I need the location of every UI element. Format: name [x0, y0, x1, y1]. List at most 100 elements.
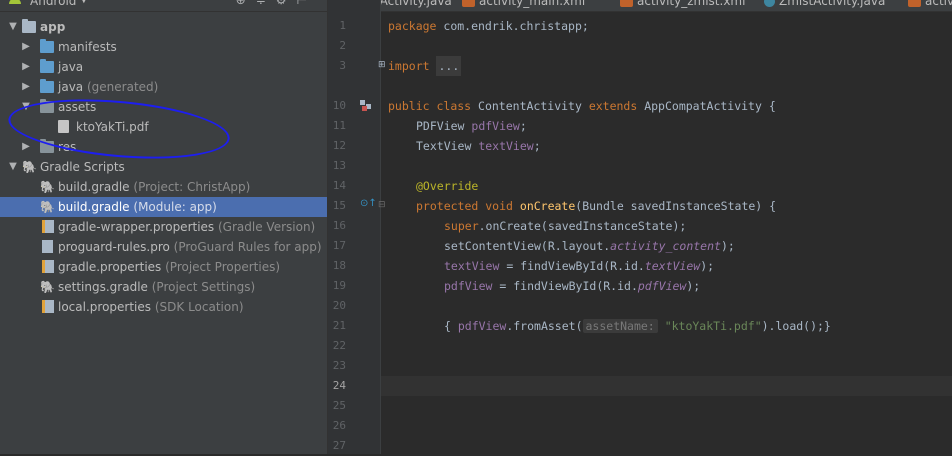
type-name: TextView	[416, 139, 479, 153]
pdf-file-icon	[58, 120, 69, 133]
folder-icon	[40, 59, 54, 73]
code-line: super.onCreate(savedInstanceState);	[444, 216, 686, 236]
static-field: pdfView	[637, 279, 687, 293]
line-number-gutter[interactable]: 1 2 3 10 11 12 13 14 15 16 17 18 19 20 2…	[328, 0, 386, 454]
project-toolbar-icons[interactable]: ⊕≑⚙⊢	[236, 0, 317, 7]
gear-icon[interactable]: ⚙	[276, 0, 297, 7]
code-line: @Override	[416, 176, 478, 196]
code-line: setContentView(R.layout.activity_content…	[444, 236, 735, 256]
static-field: activity_content	[610, 239, 721, 253]
code-text: ;	[533, 139, 541, 153]
tree-item-label: build.gradle	[58, 200, 130, 214]
editor-tab-bar: MainActivity.java activity_main.xml acti…	[328, 0, 952, 12]
project-tool-window: Android ▼ ⊕≑⚙⊢ ▼ app ▶ manifests ▶ java …	[0, 0, 327, 454]
hide-icon[interactable]: ⊢	[297, 0, 317, 7]
line-number: 1	[339, 19, 346, 32]
android-icon	[9, 0, 21, 4]
code-text: {	[444, 319, 458, 333]
line-number: 2	[339, 39, 346, 52]
tree-item-label: ktoYakTi.pdf	[76, 120, 149, 134]
tree-item-java[interactable]: ▶ java	[0, 57, 327, 77]
code-text: );	[720, 239, 735, 253]
line-number: 3	[339, 59, 346, 72]
tab-activ[interactable]: activ	[908, 0, 952, 11]
tree-item-hint: (SDK Location)	[154, 300, 244, 314]
tree-item-label: gradle-wrapper.properties	[58, 220, 215, 234]
tree-item-build-gradle-project[interactable]: 🐘 build.gradle (Project: ChristApp)	[0, 177, 327, 197]
current-line-number: 24	[332, 379, 346, 392]
field-name: pdfView	[457, 319, 507, 333]
keyword: extends	[588, 99, 638, 113]
tree-item-label: java	[58, 60, 84, 74]
code-text: .fromAsset(	[506, 319, 583, 333]
tree-item-gradle-properties[interactable]: gradle.properties (Project Properties)	[0, 257, 327, 277]
code-line: protected void onCreate(Bundle savedInst…	[416, 196, 776, 216]
line-number: 20	[332, 299, 346, 312]
project-view-selector[interactable]: Android	[30, 0, 76, 8]
tab-activity-zmist-xml[interactable]: activity_zmist.xml	[620, 0, 745, 11]
line-number: 26	[332, 419, 346, 432]
collapse-icon[interactable]: ≑	[256, 0, 276, 7]
code-text: com.endrik.christapp;	[436, 19, 589, 33]
line-number: 27	[332, 439, 346, 452]
locate-icon[interactable]: ⊕	[236, 0, 256, 7]
collapsed-arrow-icon[interactable]: ▶	[20, 57, 32, 77]
tab-activity-main-xml[interactable]: activity_main.xml	[462, 0, 585, 11]
properties-file-icon	[42, 300, 54, 313]
gradle-icon: 🐘	[40, 280, 55, 294]
class-run-gutter-icon[interactable]	[360, 100, 372, 112]
tree-item-build-gradle-module[interactable]: 🐘 build.gradle (Module: app)	[0, 197, 327, 217]
tree-item-gradle-scripts[interactable]: ▼ 🐘 Gradle Scripts	[0, 157, 327, 177]
tree-item-manifests[interactable]: ▶ manifests	[0, 37, 327, 57]
code-line: TextView textView;	[416, 136, 541, 156]
keyword: class	[436, 99, 472, 113]
resources-folder-icon	[40, 99, 54, 113]
project-tree: ▼ app ▶ manifests ▶ java ▶ java (generat…	[0, 17, 327, 317]
line-number: 16	[332, 219, 346, 232]
line-number: 23	[332, 359, 346, 372]
line-number: 19	[332, 279, 346, 292]
tab-label: ZmistActivity.java	[779, 0, 886, 8]
expanded-arrow-icon[interactable]: ▼	[20, 97, 32, 117]
xml-layout-icon	[620, 0, 633, 7]
tree-item-label: settings.gradle	[58, 280, 148, 294]
tree-item-assets[interactable]: ▼ assets	[0, 97, 327, 117]
tree-item-local-properties[interactable]: local.properties (SDK Location)	[0, 297, 327, 317]
tree-item-java-generated[interactable]: ▶ java (generated)	[0, 77, 327, 97]
folded-imports[interactable]: ...	[436, 56, 462, 76]
keyword: super	[444, 219, 479, 233]
chevron-down-icon[interactable]: ▼	[80, 0, 88, 5]
expanded-arrow-icon[interactable]: ▼	[7, 17, 19, 37]
field-name: textView	[444, 259, 500, 273]
field-name: pdfView	[471, 119, 520, 133]
fold-import-icon[interactable]: ⊞	[378, 60, 386, 70]
tab-zmistactivity-java[interactable]: ZmistActivity.java	[764, 0, 885, 11]
fold-method-icon[interactable]: ⊟	[378, 200, 386, 210]
tree-item-app[interactable]: ▼ app	[0, 17, 327, 37]
expanded-arrow-icon[interactable]: ▼	[7, 157, 19, 177]
code-text: AppCompatActivity {	[637, 99, 776, 113]
override-method-icon[interactable]: ⊙↑	[360, 198, 377, 209]
tree-item-hint: (generated)	[86, 80, 159, 94]
tree-item-proguard[interactable]: proguard-rules.pro (ProGuard Rules for a…	[0, 237, 327, 257]
tree-item-gradle-wrapper[interactable]: gradle-wrapper.properties (Gradle Versio…	[0, 217, 327, 237]
line-number: 21	[332, 319, 346, 332]
tree-item-res[interactable]: ▶ res	[0, 137, 327, 157]
tree-item-settings-gradle[interactable]: 🐘 settings.gradle (Project Settings)	[0, 277, 327, 297]
tree-item-pdf-file[interactable]: ktoYakTi.pdf	[0, 117, 327, 137]
collapsed-arrow-icon[interactable]: ▶	[20, 137, 32, 157]
code-line: PDFView pdfView;	[416, 116, 527, 136]
collapsed-arrow-icon[interactable]: ▶	[20, 37, 32, 57]
tree-item-label: res	[58, 140, 77, 154]
collapsed-arrow-icon[interactable]: ▶	[20, 77, 32, 97]
tree-item-hint: (Gradle Version)	[218, 220, 316, 234]
line-number: 11	[332, 119, 346, 132]
method-name: onCreate	[519, 199, 576, 213]
xml-layout-icon	[908, 0, 921, 7]
module-folder-icon	[22, 19, 36, 33]
code-text: = findViewById(R.id.	[499, 259, 645, 273]
annotation: @Override	[416, 179, 479, 193]
keyword: public	[388, 99, 430, 113]
tree-item-label: manifests	[58, 40, 117, 54]
line-number: 25	[332, 399, 346, 412]
